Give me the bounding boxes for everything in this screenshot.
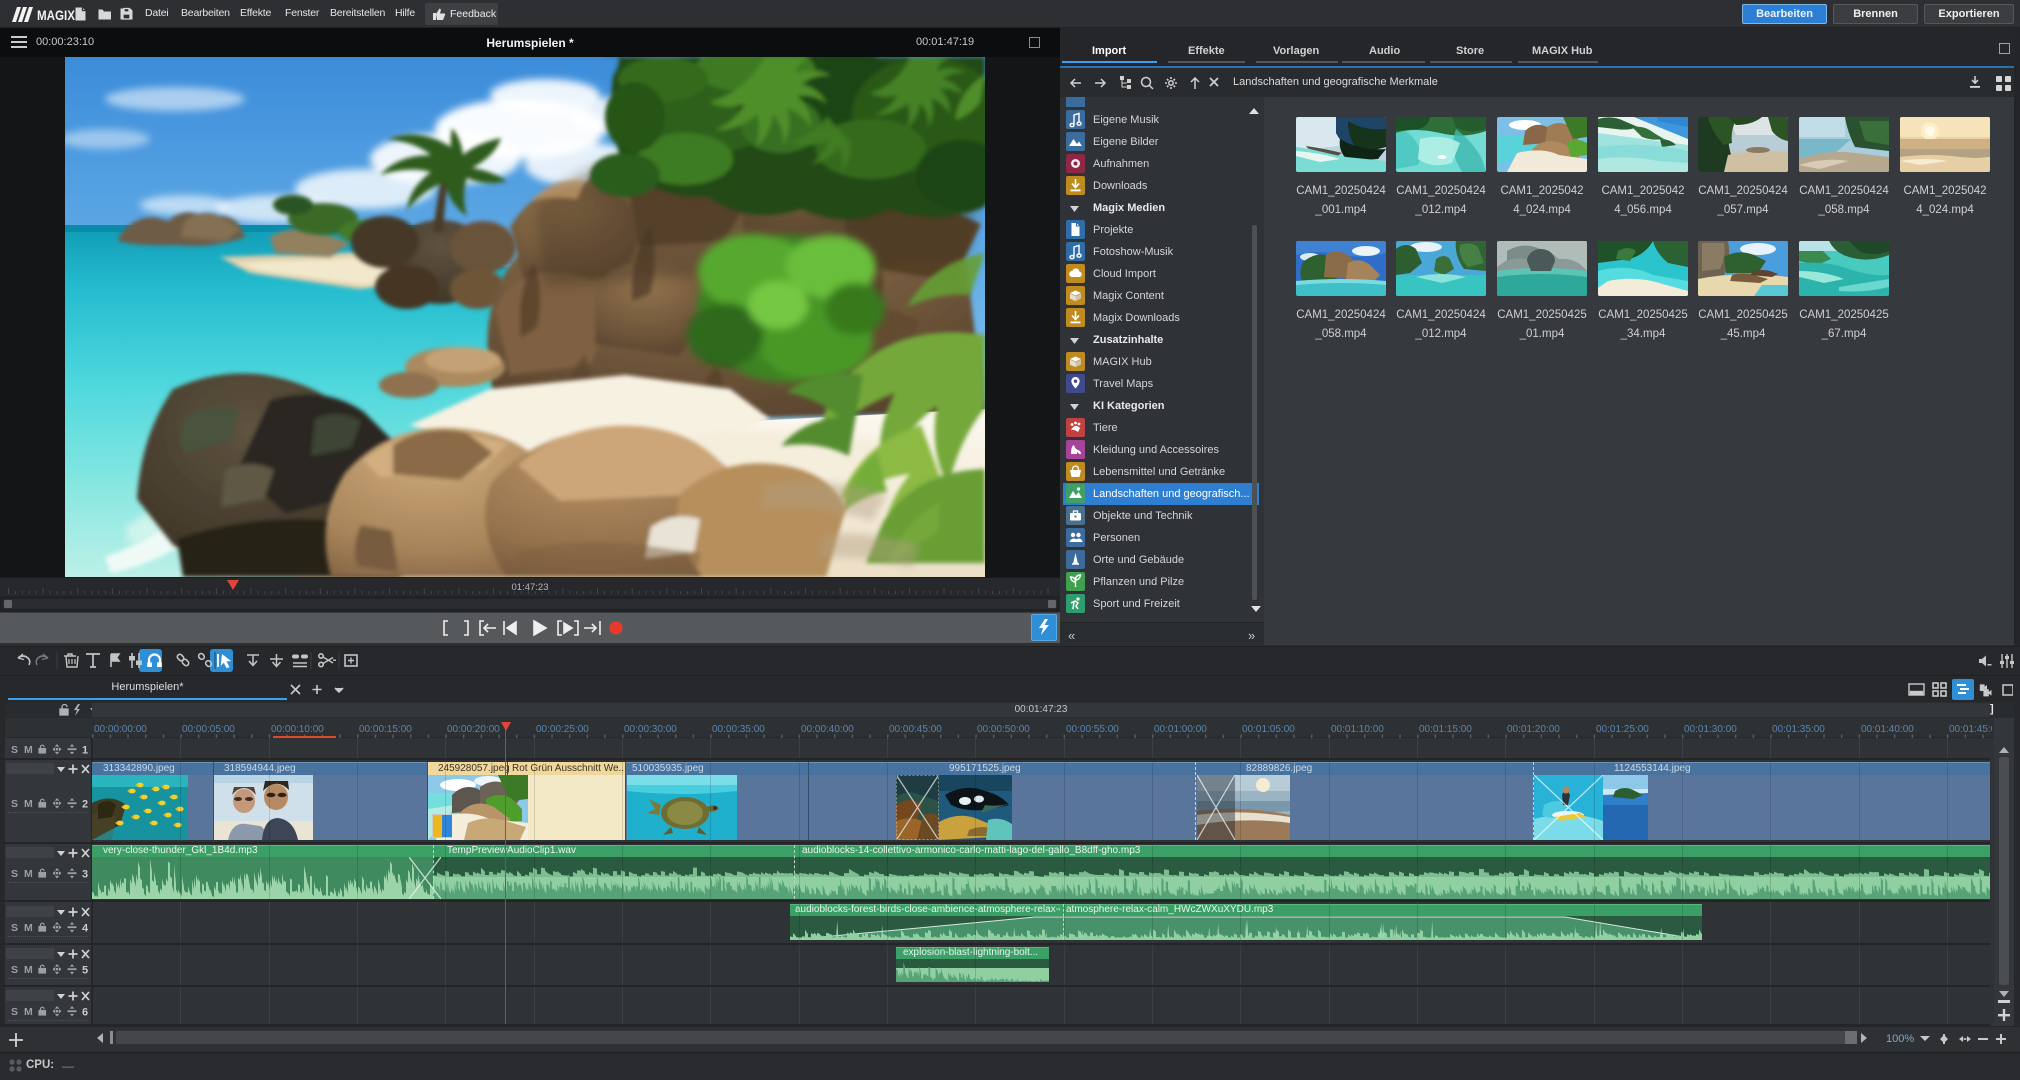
svg-text:M: M	[24, 868, 33, 880]
svg-text:S: S	[11, 922, 18, 934]
svg-text:S: S	[11, 964, 18, 976]
svg-text:M: M	[24, 964, 33, 976]
svg-text:4: 4	[82, 923, 89, 935]
svg-text:5: 5	[82, 965, 88, 977]
svg-text:S: S	[11, 1006, 18, 1018]
svg-text:6: 6	[82, 1007, 88, 1019]
svg-text:M: M	[24, 1006, 33, 1018]
svg-text:MAGIX: MAGIX	[37, 8, 75, 23]
svg-text:S: S	[11, 744, 18, 756]
svg-text:M: M	[24, 798, 33, 810]
svg-text:3: 3	[82, 869, 88, 881]
svg-text:M: M	[24, 922, 33, 934]
svg-text:S: S	[11, 798, 18, 810]
svg-text:1: 1	[82, 745, 88, 757]
svg-text:M: M	[24, 744, 33, 756]
svg-text:S: S	[11, 868, 18, 880]
svg-text:2: 2	[82, 799, 88, 811]
